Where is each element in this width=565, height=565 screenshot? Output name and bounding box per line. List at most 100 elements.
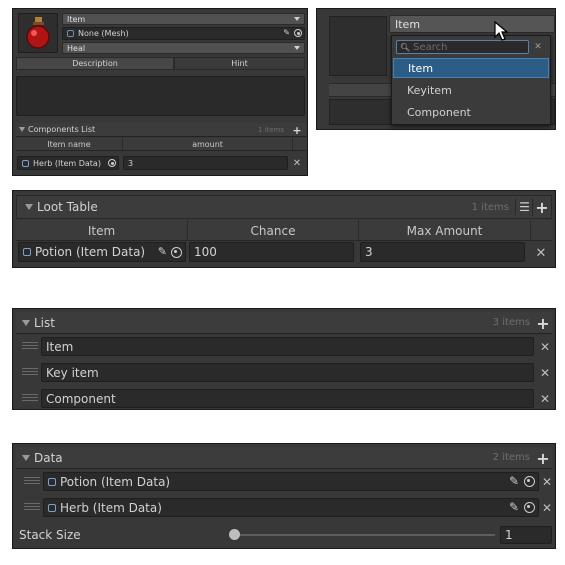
column-item-label: Item xyxy=(87,223,116,238)
list-item-field[interactable]: Component xyxy=(41,389,534,408)
loot-chance-value: 100 xyxy=(194,245,217,259)
mesh-value: None (Mesh) xyxy=(78,29,129,38)
dropdown-option-keyitem[interactable]: Keyitem xyxy=(393,80,549,100)
drag-handle-icon[interactable] xyxy=(24,503,40,511)
dropdown-option-label: Component xyxy=(407,105,471,119)
column-chance: Chance xyxy=(188,220,359,241)
column-chance-label: Chance xyxy=(250,223,296,238)
loot-item-field[interactable]: Potion (Item Data) ✎ xyxy=(18,242,186,262)
mouse-cursor-icon xyxy=(494,21,508,41)
description-textarea[interactable] xyxy=(16,76,305,116)
tab-description-label: Description xyxy=(72,59,118,68)
object-picker-icon[interactable] xyxy=(106,159,116,169)
loot-table-title: Loot Table xyxy=(37,200,98,214)
component-amount-field[interactable]: 3 xyxy=(123,156,288,170)
list-item-value: Key item xyxy=(46,365,99,380)
column-item: Item xyxy=(16,220,188,241)
scriptable-object-icon xyxy=(23,248,31,256)
drag-handle-icon[interactable] xyxy=(22,342,38,350)
edit-pencil-icon[interactable]: ✎ xyxy=(158,245,167,258)
stack-size-slider-thumb[interactable] xyxy=(229,529,240,540)
mesh-object-field[interactable]: None (Mesh) ✎ xyxy=(62,27,305,40)
edit-pencil-icon[interactable]: ✎ xyxy=(283,28,290,37)
dropdown-option-item[interactable]: Item xyxy=(393,58,549,78)
remove-data-item-button[interactable]: ✕ xyxy=(539,472,555,491)
data-header[interactable]: Data 2 items + xyxy=(16,447,552,469)
stack-size-value: 1 xyxy=(505,528,513,542)
list-header[interactable]: List 3 items + xyxy=(16,312,552,334)
tab-hint[interactable]: Hint xyxy=(174,57,305,70)
column-item-name-label: Item name xyxy=(47,140,91,149)
remove-loot-button[interactable]: ✕ xyxy=(531,243,551,263)
loot-item-value: Potion (Item Data) xyxy=(35,245,146,259)
object-picker-icon[interactable] xyxy=(294,29,302,39)
list-title: List xyxy=(34,315,55,330)
add-component-button[interactable]: + xyxy=(290,123,304,137)
foldout-arrow-icon xyxy=(19,127,25,132)
object-picker-icon[interactable] xyxy=(171,247,182,261)
data-panel: Data 2 items + Potion (Item Data) ✎ ✕ He… xyxy=(12,443,556,549)
add-loot-button[interactable]: + xyxy=(532,198,551,217)
remove-list-item-button[interactable]: ✕ xyxy=(536,337,554,356)
drag-handle-icon[interactable] xyxy=(24,477,40,485)
remove-data-item-button[interactable]: ✕ xyxy=(539,498,555,517)
components-list-header[interactable]: Components List 1 items + xyxy=(16,123,306,137)
add-data-item-button[interactable]: + xyxy=(534,449,552,468)
item-type-dropdown[interactable]: Item xyxy=(62,13,305,25)
column-item-name: Item name xyxy=(16,138,123,151)
data-item-field[interactable]: Potion (Item Data) ✎ xyxy=(43,472,539,491)
loot-chance-field[interactable]: 100 xyxy=(189,242,354,262)
loot-max-amount-field[interactable]: 3 xyxy=(360,242,525,262)
list-item-value: Component xyxy=(46,391,116,406)
column-amount: amount xyxy=(123,138,293,151)
item-icon-thumbnail[interactable] xyxy=(18,13,58,53)
list-item-field[interactable]: Key item xyxy=(41,363,534,382)
foldout-arrow-icon xyxy=(25,204,33,210)
component-item-value: Herb (Item Data) xyxy=(33,158,101,168)
remove-component-button[interactable]: ✕ xyxy=(290,156,304,170)
component-item-field[interactable]: Herb (Item Data) xyxy=(17,156,119,170)
loot-max-amount-value: 3 xyxy=(365,245,373,259)
loot-table-header[interactable]: Loot Table 1 items ☰ + xyxy=(16,195,552,219)
tab-description[interactable]: Description xyxy=(16,57,174,70)
foldout-arrow-icon xyxy=(22,454,30,461)
dropdown-option-component[interactable]: Component xyxy=(393,102,549,122)
search-icon: 🔍︎ xyxy=(400,42,411,52)
add-list-item-button[interactable]: + xyxy=(534,314,552,333)
stack-size-field[interactable]: 1 xyxy=(500,526,552,544)
item-effect-dropdown[interactable]: Heal xyxy=(62,42,305,54)
scriptable-object-icon xyxy=(48,477,56,486)
item-effect-value: Heal xyxy=(67,43,86,53)
type-dropdown-panel: Item 🔍︎ Search ✕ Item Keyitem Component xyxy=(316,8,556,130)
type-dropdown-value: Item xyxy=(395,17,421,31)
list-panel: List 3 items + Item ✕ Key item ✕ Compone… xyxy=(12,308,556,410)
column-max-amount: Max Amount xyxy=(359,220,531,241)
stack-size-slider-track[interactable] xyxy=(235,534,495,536)
chevron-down-icon xyxy=(294,46,300,50)
remove-list-item-button[interactable]: ✕ xyxy=(536,363,554,382)
list-options-icon[interactable]: ☰ xyxy=(515,199,533,215)
loot-table-columns: Item Chance Max Amount xyxy=(16,220,552,241)
drag-handle-icon[interactable] xyxy=(22,394,38,402)
loot-table-count: 1 items xyxy=(471,201,509,213)
item-icon-slot[interactable] xyxy=(329,16,387,76)
loot-table-panel: Loot Table 1 items ☰ + Item Chance Max A… xyxy=(12,190,556,268)
drag-handle-icon[interactable] xyxy=(22,368,38,376)
edit-pencil-icon[interactable]: ✎ xyxy=(509,474,519,488)
scriptable-object-icon xyxy=(48,503,56,512)
object-picker-icon[interactable] xyxy=(524,476,535,490)
chevron-down-icon xyxy=(294,17,300,21)
remove-list-item-button[interactable]: ✕ xyxy=(536,389,554,408)
data-count: 2 items xyxy=(492,452,530,463)
data-item-value: Potion (Item Data) xyxy=(60,474,171,489)
search-placeholder: Search xyxy=(413,41,448,53)
clear-search-button[interactable]: ✕ xyxy=(531,40,545,54)
dropdown-search-field[interactable]: 🔍︎ Search xyxy=(396,40,529,54)
list-item-field[interactable]: Item xyxy=(41,337,534,356)
dropdown-option-label: Keyitem xyxy=(407,83,452,97)
item-inspector-panel: Item None (Mesh) ✎ Heal Description Hint… xyxy=(12,8,308,176)
type-dropdown-field[interactable]: Item xyxy=(389,15,555,33)
object-picker-icon[interactable] xyxy=(524,502,535,516)
edit-pencil-icon[interactable]: ✎ xyxy=(509,500,519,514)
data-item-field[interactable]: Herb (Item Data) ✎ xyxy=(43,498,539,517)
